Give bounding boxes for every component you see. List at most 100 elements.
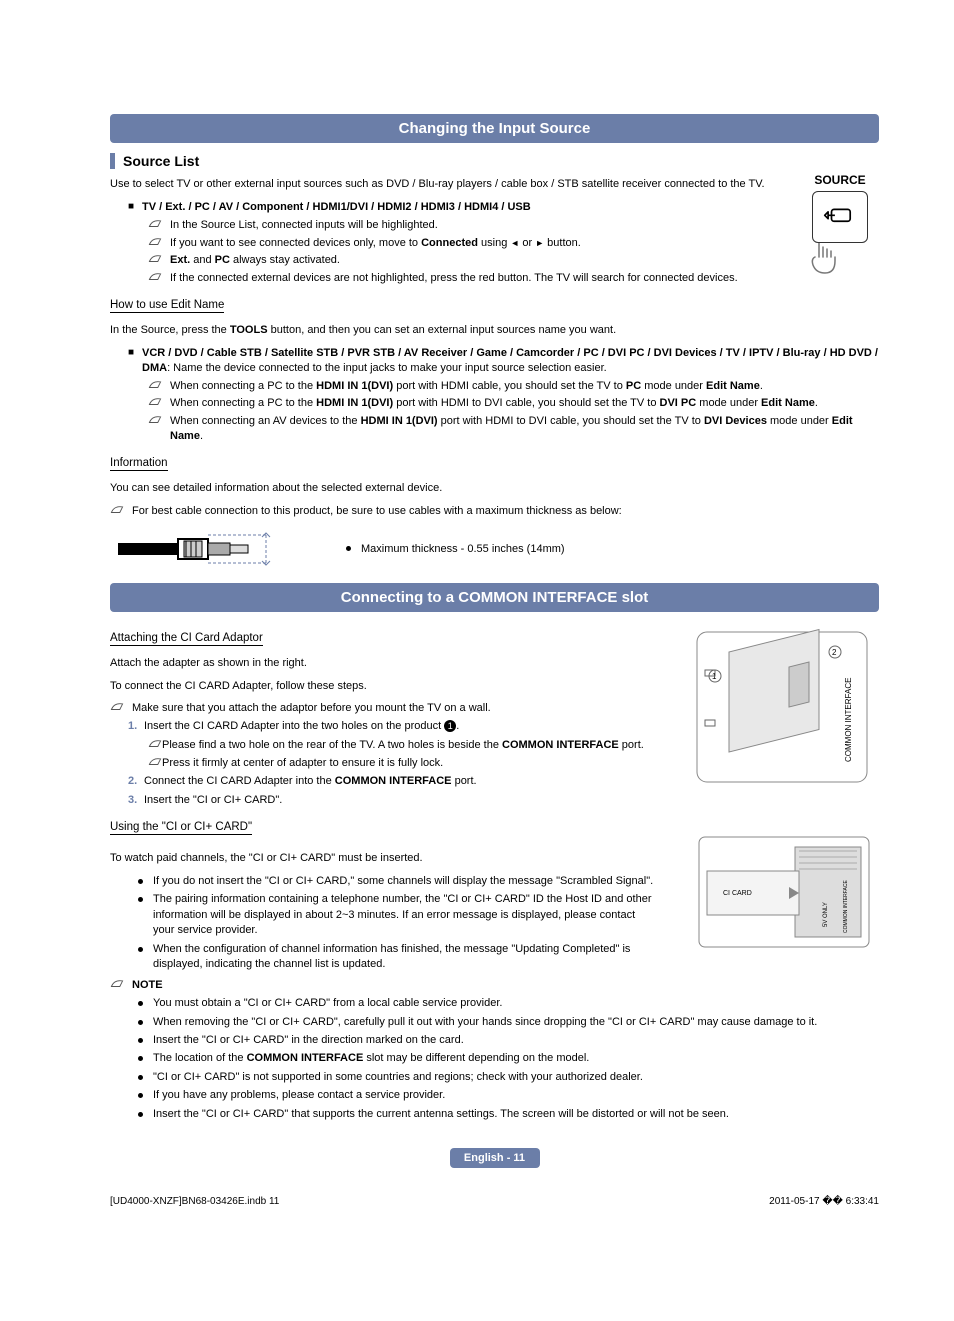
step-number: 3. (128, 793, 144, 808)
cable-bullet: Maximum thickness - 0.55 inches (14mm) (346, 543, 565, 555)
note-text: When connecting a PC to the HDMI IN 1(DV… (170, 379, 763, 394)
note-text: If the connected external devices are no… (170, 271, 738, 286)
footer-left: [UD4000-XNZF]BN68-03426E.indb 11 (110, 1196, 279, 1207)
square-bullet-icon: ■ (128, 200, 136, 215)
square-bullet-icon: ■ (128, 346, 136, 376)
note-heading: NOTE (110, 978, 879, 993)
note-text: When connecting an AV devices to the HDM… (170, 414, 879, 444)
note-bullet-1: You must obtain a "CI or CI+ CARD" from … (138, 996, 879, 1011)
bullet-dot-icon (138, 1001, 143, 1006)
note-bullet-4: The location of the COMMON INTERFACE slo… (138, 1051, 879, 1066)
note-icon (148, 396, 164, 411)
ci-step-1-note-2: Press it firmly at center of adapter to … (148, 756, 659, 771)
note-bullet-5: "CI or CI+ CARD" is not supported in som… (138, 1070, 879, 1085)
information-heading: Information (110, 457, 168, 471)
section-banner-1: Changing the Input Source (110, 114, 879, 143)
note-icon (148, 253, 164, 268)
heading-bar-icon (110, 153, 115, 169)
footer: [UD4000-XNZF]BN68-03426E.indb 11 2011-05… (110, 1196, 879, 1207)
bullet-dot-icon (138, 947, 143, 952)
note-text: In the Source List, connected inputs wil… (170, 218, 438, 233)
section-banner-2: Connecting to a COMMON INTERFACE slot (110, 583, 879, 612)
ci-bullet-1: If you do not insert the "CI or CI+ CARD… (138, 874, 659, 889)
cable-figure-row: Maximum thickness - 0.55 inches (14mm) (110, 529, 879, 569)
information-line: You can see detailed information about t… (110, 481, 879, 496)
bullet-dot-icon (138, 1112, 143, 1117)
ci-using-heading: Using the "CI or CI+ CARD" (110, 821, 252, 835)
note-text: Ext. and PC always stay activated. (170, 253, 340, 268)
edit-name-heading: How to use Edit Name (110, 299, 224, 313)
source-glyph-icon (823, 204, 857, 230)
note-icon (148, 218, 164, 233)
svg-text:COMMON INTERFACE: COMMON INTERFACE (843, 880, 849, 933)
devices-bullet: ■ VCR / DVD / Cable STB / Satellite STB … (128, 346, 879, 376)
edit-note-2: When connecting a PC to the HDMI IN 1(DV… (148, 396, 879, 411)
note-icon (148, 738, 162, 753)
note-1a: In the Source List, connected inputs wil… (148, 218, 785, 233)
page-number-badge: English - 11 (450, 1148, 540, 1168)
svg-text:2: 2 (832, 648, 837, 657)
note-text: When connecting a PC to the HDMI IN 1(DV… (170, 396, 818, 411)
ci-attach-heading: Attaching the CI Card Adaptor (110, 632, 263, 646)
bullet-dot-icon (138, 879, 143, 884)
svg-text:COMMON INTERFACE: COMMON INTERFACE (844, 677, 853, 761)
bullet-dot-icon (138, 1020, 143, 1025)
footer-right: 2011-05-17 �� 6:33:41 (769, 1196, 879, 1207)
note-icon (148, 236, 164, 251)
ci-step-1: 1. Insert the CI CARD Adapter into the t… (128, 719, 659, 734)
note-1c: Ext. and PC always stay activated. (148, 253, 785, 268)
note-icon (148, 756, 162, 771)
note-icon (148, 379, 164, 394)
ci-step-3: 3. Insert the "CI or CI+ CARD". (128, 793, 879, 808)
bullet-dot-icon (138, 1075, 143, 1080)
source-button-outline (812, 191, 868, 243)
bullet-dot-icon (138, 897, 143, 902)
ci-step-2: 2. Connect the CI CARD Adapter into the … (128, 774, 659, 789)
note-1d: If the connected external devices are no… (148, 271, 785, 286)
step-number: 2. (128, 774, 144, 789)
note-bullet-2: When removing the "CI or CI+ CARD", care… (138, 1015, 879, 1030)
intro-text: Use to select TV or other external input… (110, 177, 879, 192)
ci-warn-text: Make sure that you attach the adaptor be… (132, 701, 491, 716)
circled-one-icon: 1 (444, 720, 456, 732)
note-icon (110, 504, 126, 519)
svg-text:CI CARD: CI CARD (723, 890, 752, 897)
note-text: If you want to see connected devices onl… (170, 236, 581, 251)
inputs-bullet: ■ TV / Ext. / PC / AV / Component / HDMI… (128, 200, 785, 215)
devices-text: VCR / DVD / Cable STB / Satellite STB / … (142, 346, 879, 376)
cable-bullet-text: Maximum thickness - 0.55 inches (14mm) (361, 543, 565, 555)
hand-press-icon (801, 237, 841, 277)
note-icon (148, 271, 164, 286)
inputs-list: TV / Ext. / PC / AV / Component / HDMI1/… (142, 200, 531, 215)
edit-note-3: When connecting an AV devices to the HDM… (148, 414, 879, 444)
cable-thickness-icon (116, 529, 296, 569)
note-text: Press it firmly at center of adapter to … (162, 756, 443, 771)
ci-card-figure: 5V ONLY COMMON INTERFACE CI CARD (679, 817, 879, 957)
ci-bullet-2: The pairing information containing a tel… (138, 892, 659, 938)
note-icon (110, 978, 126, 993)
subheading-source-list: Source List (110, 153, 879, 169)
step-text: Connect the CI CARD Adapter into the COM… (144, 774, 477, 789)
source-title: SOURCE (801, 173, 879, 187)
note-1b: If you want to see connected devices onl… (148, 236, 785, 251)
svg-text:5V ONLY: 5V ONLY (823, 902, 829, 927)
edit-note-1: When connecting a PC to the HDMI IN 1(DV… (148, 379, 879, 394)
cable-note-text: For best cable connection to this produc… (132, 504, 622, 519)
note-bullet-7: Insert the "CI or CI+ CARD" that support… (138, 1107, 879, 1122)
ci-bullet-3: When the configuration of channel inform… (138, 942, 659, 973)
bullet-dot-icon (138, 1093, 143, 1098)
note-icon (148, 414, 164, 444)
step-number: 1. (128, 719, 144, 734)
source-button-figure: SOURCE (801, 173, 879, 277)
ci-warn: Make sure that you attach the adaptor be… (110, 701, 659, 716)
bullet-dot-icon (346, 546, 351, 551)
step-text: Insert the CI CARD Adapter into the two … (144, 719, 459, 734)
subheading-label: Source List (123, 153, 199, 169)
bullet-dot-icon (138, 1038, 143, 1043)
note-head-text: NOTE (132, 978, 163, 993)
edit-name-line1: In the Source, press the TOOLS button, a… (110, 323, 879, 338)
note-icon (110, 701, 126, 716)
note-bullet-6: If you have any problems, please contact… (138, 1088, 879, 1103)
ci-step-1-note-1: Please find a two hole on the rear of th… (148, 738, 659, 753)
note-text: Please find a two hole on the rear of th… (162, 738, 644, 753)
